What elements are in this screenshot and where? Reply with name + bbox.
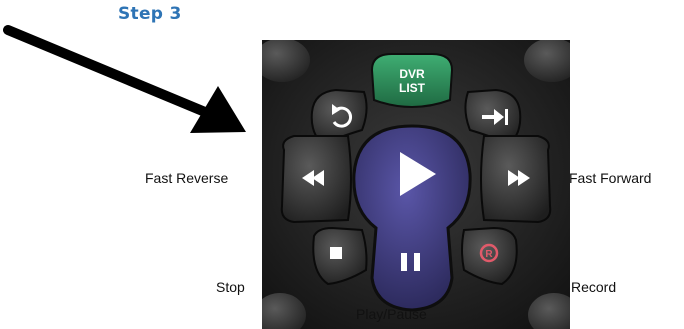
- fast-reverse-label: Fast Reverse: [145, 170, 229, 186]
- dvr-list-button[interactable]: DVR LIST: [370, 53, 454, 108]
- svg-text:R: R: [485, 249, 493, 260]
- rewind-button[interactable]: [280, 135, 352, 224]
- dvr-label-line1: DVR: [399, 67, 425, 81]
- record-label: Record: [571, 279, 617, 295]
- pointer-arrow-icon: [3, 25, 246, 133]
- fast-forward-button[interactable]: [480, 135, 552, 224]
- remote-control-panel: DVR LIST R: [262, 40, 570, 329]
- play-pause-label: Play/Pause: [356, 306, 427, 322]
- dvr-label-line2: LIST: [399, 81, 426, 95]
- stop-icon: [330, 247, 342, 259]
- play-pause-button[interactable]: [352, 124, 472, 312]
- stop-label: Stop: [216, 279, 245, 295]
- fast-forward-label: Fast Forward: [569, 170, 652, 186]
